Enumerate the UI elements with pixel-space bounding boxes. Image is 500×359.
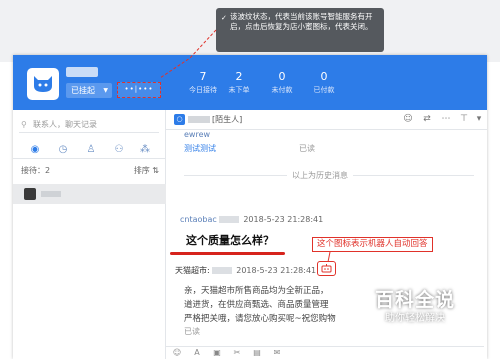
username-blurred <box>66 67 98 77</box>
reception-count-row: 接待：2 排序 ⇅ <box>21 165 159 177</box>
watermark-title: 百科全说 <box>374 289 455 311</box>
history-label: 以上为历史消息 <box>287 170 353 181</box>
annotation-callout: ✓ 该波纹状态，代表当前该账号智能服务有开启，点击后恢复为店小蜜图标，代表关闭。 <box>216 8 384 52</box>
reception-count: 接待：2 <box>21 166 51 175</box>
customer-sender: cntaobac <box>180 215 217 224</box>
checkmark-icon: ✓ <box>221 14 227 22</box>
status-dropdown[interactable]: 已挂起 ▼ <box>66 83 112 98</box>
chat-bubble-icon[interactable]: ◉ <box>29 144 41 156</box>
search-placeholder: 联系人，聊天记录 <box>33 120 97 129</box>
file-icon[interactable]: ▤ <box>252 348 262 358</box>
first-msg-sender: ewrew <box>184 130 211 139</box>
reply-line-1: 亲，天猫超市所售商品均为全新正品， <box>184 286 329 296</box>
contact-panel: ⚲ 联系人，聊天记录 ◉ ◷ ♙ ⚇ ⁂ 接待：2 排序 ⇅ <box>13 110 166 359</box>
chat-title: [陌生人] <box>212 115 243 124</box>
coupon-icon[interactable]: ✉ <box>272 348 282 358</box>
contact-tabs: ◉ ◷ ♙ ⚇ ⁂ <box>13 141 166 159</box>
shop-message-header: 天猫超市: 2018-5-23 21:28:41 <box>175 265 316 276</box>
app-logo[interactable] <box>27 68 59 100</box>
customer-question: 这个质量怎么样？ <box>186 234 274 247</box>
status-label: 已挂起 <box>71 86 95 95</box>
font-icon[interactable]: A <box>192 348 202 358</box>
stat-label: 未付款 <box>271 86 293 94</box>
reply-line-2: 道进货，在供应商甄选、商品质量管理 <box>184 300 329 310</box>
chat-header: ○ [陌生人] ☺ ⇄ ⋯ ⊤ ▾ <box>166 110 487 130</box>
transfer-icon[interactable]: ⇄ <box>421 113 433 125</box>
stat-paid[interactable]: 0 已付款 <box>304 69 344 95</box>
more-icon[interactable]: ⋯ <box>440 113 452 125</box>
emoji-icon[interactable]: ☺ <box>172 348 182 358</box>
cow-logo-icon <box>34 76 52 92</box>
group-icon[interactable]: ⚇ <box>113 144 125 156</box>
customer-name-blurred <box>188 116 210 123</box>
robot-auto-reply-marker <box>317 261 336 276</box>
image-icon[interactable]: ▣ <box>212 348 222 358</box>
stat-today-reception[interactable]: 7 今日接待 <box>183 69 223 95</box>
contact-list-item[interactable] <box>13 184 166 204</box>
annotation-callout-text: 该波纹状态，代表当前该账号智能服务有开启，点击后恢复为店小蜜图标，代表关闭。 <box>230 12 373 31</box>
reply-line-3: 严格把关哦，请您放心购买呢~祝您购物 <box>184 314 336 324</box>
clock-icon[interactable]: ◷ <box>57 144 69 156</box>
customer-avatar-icon: ○ <box>174 114 185 125</box>
robot-annotation-label: 这个图标表示机器人自动回答 <box>312 237 433 252</box>
shop-timestamp: 2018-5-23 21:28:41 <box>236 266 317 275</box>
stat-label: 未下单 <box>228 86 250 94</box>
red-underline-mark <box>170 252 285 255</box>
caret-down-icon: ▼ <box>103 87 108 94</box>
stat-label: 已付款 <box>313 86 335 94</box>
stat-unpaid[interactable]: 0 未付款 <box>262 69 302 95</box>
blurred-shop-id <box>211 267 232 274</box>
stat-value: 0 <box>278 70 286 83</box>
scissors-icon[interactable]: ✂ <box>232 348 242 358</box>
contact-name-blurred <box>41 191 61 197</box>
reply-status: 已读 <box>184 327 200 336</box>
person-icon[interactable]: ♙ <box>85 144 97 156</box>
customer-timestamp: 2018-5-23 21:28:41 <box>243 215 324 224</box>
avatar <box>24 188 36 200</box>
watermark: 百科全说 助你轻松解决 <box>360 288 470 336</box>
sort-button[interactable]: 排序 ⇅ <box>134 165 159 176</box>
wave-dots: ••|••• <box>124 85 154 93</box>
shop-sender: 天猫超市: <box>175 266 210 275</box>
pin-icon[interactable]: ⊤ <box>458 113 470 125</box>
first-msg-status: 已读 <box>299 144 315 153</box>
robot-icon <box>321 264 332 273</box>
blurred-id <box>218 216 239 223</box>
stat-value: 0 <box>320 70 328 83</box>
first-msg-text: 测试测试 <box>184 144 216 153</box>
watermark-subtitle: 助你轻松解决 <box>385 313 445 324</box>
network-icon[interactable]: ⁂ <box>139 144 151 156</box>
header-bar: 已挂起 ▼ ••|••• 7 今日接待 2 未下单 0 未付款 0 已付款 <box>13 55 487 110</box>
smart-service-wave-indicator[interactable]: ••|••• <box>117 82 161 98</box>
search-icon: ⚲ <box>21 120 27 129</box>
search-input[interactable]: ⚲ 联系人，聊天记录 <box>19 117 159 133</box>
dropdown-icon[interactable]: ▾ <box>473 113 485 125</box>
customer-message-header: cntaobac 2018-5-23 21:28:41 <box>180 215 323 224</box>
stat-label: 今日接待 <box>189 86 217 94</box>
stat-value: 7 <box>199 70 207 83</box>
chat-icon[interactable]: ☺ <box>402 113 414 125</box>
stat-not-ordered[interactable]: 2 未下单 <box>219 69 259 95</box>
input-toolbar: ☺ A ▣ ✂ ▤ ✉ <box>166 346 484 359</box>
stat-value: 2 <box>235 70 243 83</box>
